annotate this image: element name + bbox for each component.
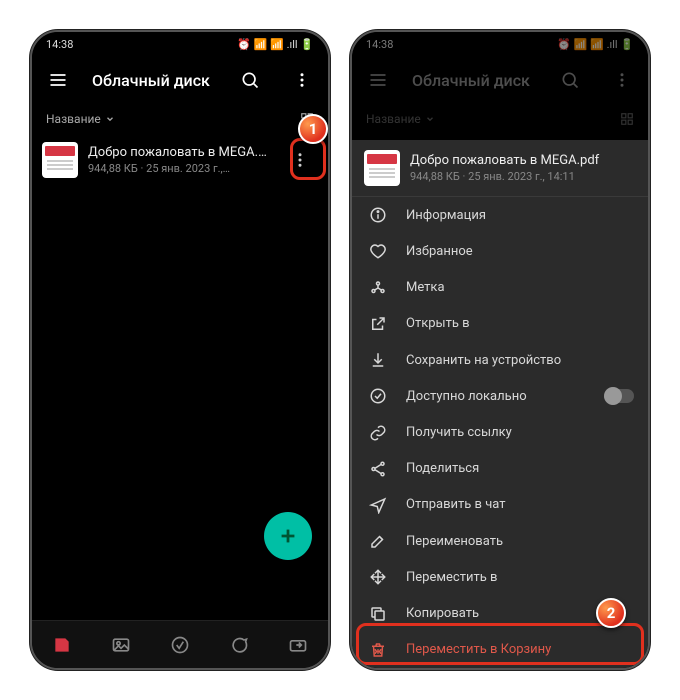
view-grid-icon[interactable] xyxy=(300,112,314,126)
status-icons: ⏰ 📶 📶 .ıll 🔋 xyxy=(237,38,314,51)
page-title: Облачный диск xyxy=(92,71,216,90)
menu-label: Информация xyxy=(406,208,486,223)
menu-link[interactable]: Получить ссылку xyxy=(352,414,648,450)
menu-info[interactable]: Информация xyxy=(352,197,648,233)
offline-toggle[interactable] xyxy=(604,389,634,403)
link-icon xyxy=(368,424,388,442)
send-icon xyxy=(368,496,388,514)
menu-label: Переместить в Корзину xyxy=(406,642,551,657)
nav-photos-icon[interactable] xyxy=(101,635,141,655)
screenshot-right: 14:38 ⏰ 📶 📶 .ıll 🔋 Облачный диск Названи… xyxy=(350,30,650,670)
info-icon xyxy=(368,206,388,224)
screenshot-left: 14:38 ⏰ 📶 📶 .ıll 🔋 Облачный диск Названи… xyxy=(30,30,330,670)
menu-offline[interactable]: Доступно локально xyxy=(352,378,648,414)
move-icon xyxy=(368,568,388,586)
sort-row[interactable]: Название xyxy=(32,104,328,134)
tag-icon xyxy=(368,279,388,297)
download-icon xyxy=(368,351,388,369)
menu-trash[interactable]: Переместить в Корзину xyxy=(352,632,648,668)
search-icon[interactable] xyxy=(232,62,268,98)
sheet-header: Добро пожаловать в MEGA.pdf 944,88 КБ · … xyxy=(352,140,648,197)
menu-label: Переименовать xyxy=(406,534,503,549)
file-info: Добро пожаловать в MEGA.pdf 944,88 КБ · … xyxy=(88,145,272,175)
menu-move[interactable]: Переместить в xyxy=(352,559,648,595)
clock: 14:38 xyxy=(46,38,73,51)
menu-copy[interactable]: Копировать xyxy=(352,596,648,632)
app-bar: Облачный диск xyxy=(32,56,328,104)
offline-icon xyxy=(368,387,388,405)
heart-icon xyxy=(368,242,388,260)
nav-chat-icon[interactable] xyxy=(219,635,259,655)
bottom-nav xyxy=(32,620,328,668)
open-external-icon xyxy=(368,315,388,333)
menu-sendchat[interactable]: Отправить в чат xyxy=(352,487,648,523)
trash-icon xyxy=(368,641,388,659)
status-bar: 14:38 ⏰ 📶 📶 .ıll 🔋 xyxy=(32,32,328,56)
pdf-thumb-icon xyxy=(364,150,400,186)
menu-label: Отправить в чат xyxy=(406,497,506,512)
menu-save[interactable]: Сохранить на устройство xyxy=(352,342,648,378)
menu-label: Открыть в xyxy=(406,316,470,331)
menu-label: Копировать xyxy=(406,606,479,621)
file-overflow-icon[interactable] xyxy=(282,142,318,178)
chevron-down-icon xyxy=(105,114,115,124)
file-name: Добро пожаловать в MEGA.pdf xyxy=(410,153,636,168)
menu-icon[interactable] xyxy=(40,62,76,98)
menu-rename[interactable]: Переименовать xyxy=(352,523,648,559)
edit-icon xyxy=(368,532,388,550)
file-name: Добро пожаловать в MEGA.pdf xyxy=(88,145,272,160)
file-meta: 944,88 КБ · 25 янв. 2023 г.,… xyxy=(88,162,272,175)
file-meta: 944,88 КБ · 25 янв. 2023 г., 14:11 xyxy=(410,170,636,183)
copy-icon xyxy=(368,605,388,623)
file-row[interactable]: Добро пожаловать в MEGA.pdf 944,88 КБ · … xyxy=(32,134,328,186)
overflow-icon[interactable] xyxy=(284,62,320,98)
nav-home-icon[interactable] xyxy=(160,635,200,655)
menu-label: Избранное xyxy=(406,244,473,259)
menu-label: Поделиться xyxy=(406,461,479,476)
sort-label: Название xyxy=(46,112,101,126)
action-sheet: Добро пожаловать в MEGA.pdf 944,88 КБ · … xyxy=(352,140,648,668)
menu-share[interactable]: Поделиться xyxy=(352,451,648,487)
menu-label: Доступно локально xyxy=(406,389,527,404)
share-icon xyxy=(368,460,388,478)
file-list: Добро пожаловать в MEGA.pdf 944,88 КБ · … xyxy=(32,134,328,620)
fab-add-button[interactable] xyxy=(264,512,312,560)
menu-label: Получить ссылку xyxy=(406,425,512,440)
menu-label: Сохранить на устройство xyxy=(406,353,561,368)
menu-label: Метка xyxy=(406,280,445,295)
pdf-thumb-icon xyxy=(42,142,78,178)
menu-favorite[interactable]: Избранное xyxy=(352,233,648,269)
nav-shared-icon[interactable] xyxy=(278,635,318,655)
menu-tag[interactable]: Метка xyxy=(352,269,648,305)
nav-cloud-icon[interactable] xyxy=(42,635,82,655)
menu-label: Переместить в xyxy=(406,570,497,585)
menu-openin[interactable]: Открыть в xyxy=(352,306,648,342)
